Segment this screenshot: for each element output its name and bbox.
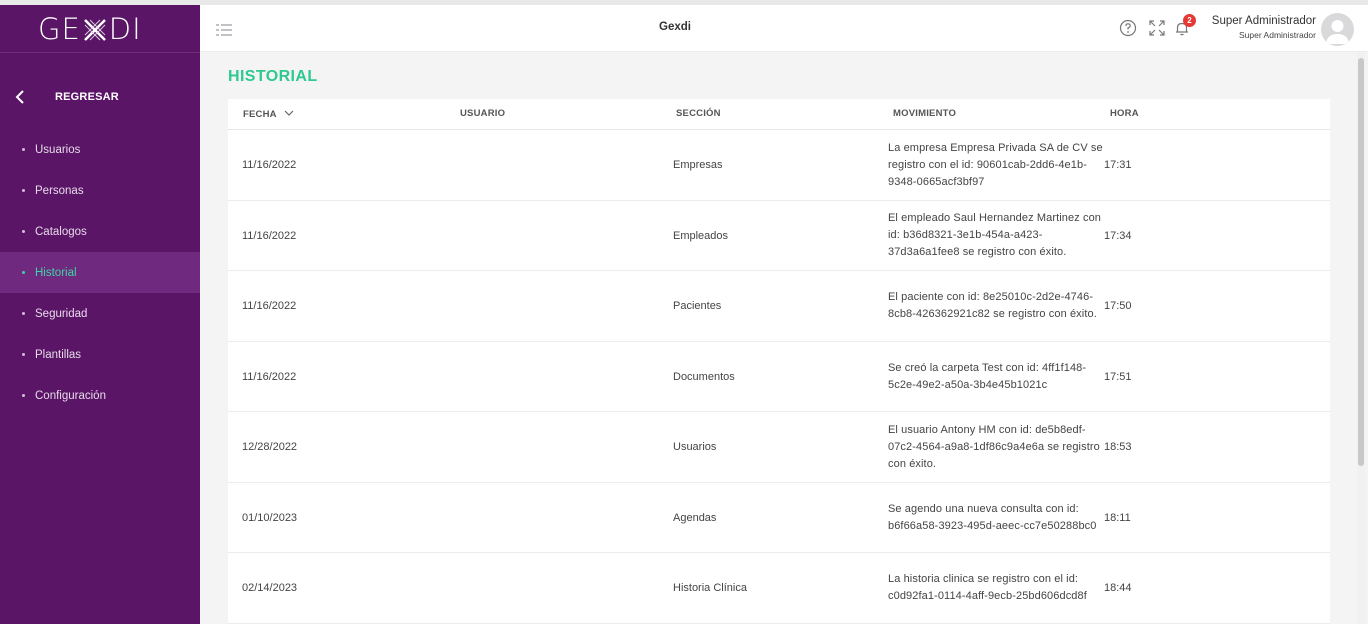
table-row[interactable]: 11/16/2022 Empresas La empresa Empresa P… bbox=[228, 130, 1330, 201]
cell-movimiento: La historia clinica se registro con el i… bbox=[888, 573, 1087, 602]
fullscreen-icon[interactable] bbox=[1148, 19, 1166, 37]
cell-hora: 17:31 bbox=[1104, 159, 1132, 171]
column-label: FECHA bbox=[243, 109, 277, 120]
cell-movimiento: El empleado Saul Hernandez Martinez con … bbox=[888, 212, 1102, 258]
cell-hora: 18:53 bbox=[1104, 441, 1132, 453]
cell-seccion: Usuarios bbox=[673, 441, 717, 453]
bullet-icon bbox=[22, 312, 25, 315]
column-header-seccion[interactable]: SECCIÓN bbox=[676, 108, 721, 119]
cell-movimiento: El usuario Antony HM con id: de5b8edf-07… bbox=[888, 423, 1100, 470]
sidebar-item-label: Configuración bbox=[35, 389, 106, 402]
logo-text-left: GE bbox=[38, 11, 81, 46]
user-menu[interactable]: Super Administrador Super Administrador bbox=[1206, 15, 1316, 40]
cell-fecha: 11/16/2022 bbox=[242, 300, 297, 312]
cell-hora: 18:44 bbox=[1104, 582, 1132, 594]
back-label: REGRESAR bbox=[55, 91, 119, 103]
sidebar-item-label: Historial bbox=[35, 266, 77, 279]
table-row[interactable]: 11/16/2022 Pacientes El paciente con id:… bbox=[228, 271, 1330, 342]
cell-seccion: Empleados bbox=[673, 229, 729, 242]
table-header: FECHA USUARIO SECCIÓN MOVIMIENTO HORA bbox=[228, 99, 1330, 130]
cell-fecha: 01/10/2023 bbox=[242, 511, 298, 524]
cell-movimiento: La empresa Empresa Privada SA de CV se r… bbox=[888, 141, 1103, 188]
logo-x-mark bbox=[82, 16, 108, 42]
cell-seccion: Historia Clínica bbox=[673, 582, 747, 594]
cell-movimiento: Se creó la carpeta Test con id: 4ff1f148… bbox=[888, 361, 1087, 391]
top-header: Gexdi 2 Super Administrador Super Admini… bbox=[200, 5, 1368, 52]
column-header-hora[interactable]: HORA bbox=[1110, 108, 1139, 119]
sidebar-item-historial[interactable]: Historial bbox=[0, 252, 200, 293]
bullet-icon bbox=[22, 394, 25, 397]
bullet-icon bbox=[22, 271, 25, 274]
sidebar-item-personas[interactable]: Personas bbox=[0, 170, 200, 211]
column-header-usuario[interactable]: USUARIO bbox=[460, 108, 505, 119]
column-header-fecha[interactable]: FECHA bbox=[243, 108, 294, 120]
logo: GE DI bbox=[0, 5, 200, 53]
chevron-left-icon bbox=[0, 90, 40, 104]
bullet-icon bbox=[22, 148, 25, 151]
sidebar-item-label: Catalogos bbox=[35, 225, 87, 238]
table-row[interactable]: 11/16/2022 Documentos Se creó la carpeta… bbox=[228, 342, 1330, 412]
sidebar-item-label: Usuarios bbox=[35, 143, 81, 156]
cell-seccion: Documentos bbox=[673, 370, 735, 383]
sidebar-item-label: Plantillas bbox=[35, 348, 82, 361]
cell-fecha: 02/14/2023 bbox=[242, 582, 298, 594]
page-title: HISTORIAL bbox=[228, 68, 318, 85]
cell-fecha: 11/16/2022 bbox=[242, 370, 297, 383]
table-row[interactable]: 11/16/2022 Empleados El empleado Saul He… bbox=[228, 201, 1330, 271]
bullet-icon bbox=[22, 353, 25, 356]
cell-hora: 17:51 bbox=[1104, 370, 1132, 383]
cell-seccion: Agendas bbox=[673, 511, 717, 524]
sidebar-item-seguridad[interactable]: Seguridad bbox=[0, 293, 200, 334]
bullet-icon bbox=[22, 189, 25, 192]
cell-hora: 18:11 bbox=[1104, 511, 1131, 524]
cell-movimiento: Se agendo una nueva consulta con id: b6f… bbox=[888, 502, 1097, 532]
sidebar-nav: Usuarios Personas Catalogos Historial Se… bbox=[0, 129, 200, 416]
cell-fecha: 12/28/2022 bbox=[242, 441, 298, 453]
sidebar-item-plantillas[interactable]: Plantillas bbox=[0, 334, 200, 375]
avatar[interactable] bbox=[1321, 13, 1354, 46]
cell-hora: 17:50 bbox=[1104, 300, 1132, 312]
sidebar: GE DI REGRESAR Usuarios Personas Catalog… bbox=[0, 5, 200, 624]
cell-movimiento: El paciente con id: 8e25010c-2d2e-4746-8… bbox=[888, 291, 1097, 320]
cell-seccion: Pacientes bbox=[673, 300, 722, 312]
cell-hora: 17:34 bbox=[1104, 229, 1132, 242]
logo-text-right: DI bbox=[108, 11, 142, 46]
back-button[interactable]: REGRESAR bbox=[0, 83, 200, 111]
table-row[interactable]: 12/28/2022 Usuarios El usuario Antony HM… bbox=[228, 412, 1330, 483]
notification-badge: 2 bbox=[1183, 14, 1196, 27]
sidebar-item-catalogos[interactable]: Catalogos bbox=[0, 211, 200, 252]
history-table: FECHA USUARIO SECCIÓN MOVIMIENTO HORA 11… bbox=[228, 99, 1330, 624]
cell-fecha: 11/16/2022 bbox=[242, 229, 297, 242]
user-role: Super Administrador bbox=[1238, 30, 1316, 40]
sidebar-item-label: Personas bbox=[35, 184, 84, 197]
chevron-down-icon bbox=[284, 108, 294, 119]
page-scrollbar[interactable] bbox=[1357, 52, 1365, 624]
sidebar-item-label: Seguridad bbox=[35, 307, 88, 320]
scrollbar-thumb[interactable] bbox=[1358, 58, 1364, 466]
help-icon[interactable] bbox=[1119, 19, 1137, 37]
column-header-movimiento[interactable]: MOVIMIENTO bbox=[893, 108, 956, 119]
table-row[interactable]: 02/14/2023 Historia Clínica La historia … bbox=[228, 553, 1330, 624]
sidebar-item-usuarios[interactable]: Usuarios bbox=[0, 129, 200, 170]
bullet-icon bbox=[22, 230, 25, 233]
sidebar-item-configuracion[interactable]: Configuración bbox=[0, 375, 200, 416]
cell-fecha: 11/16/2022 bbox=[242, 159, 297, 171]
cell-seccion: Empresas bbox=[673, 159, 723, 171]
user-name: Super Administrador bbox=[1211, 15, 1316, 27]
table-row[interactable]: 01/10/2023 Agendas Se agendo una nueva c… bbox=[228, 483, 1330, 553]
app-title: Gexdi bbox=[659, 21, 691, 33]
